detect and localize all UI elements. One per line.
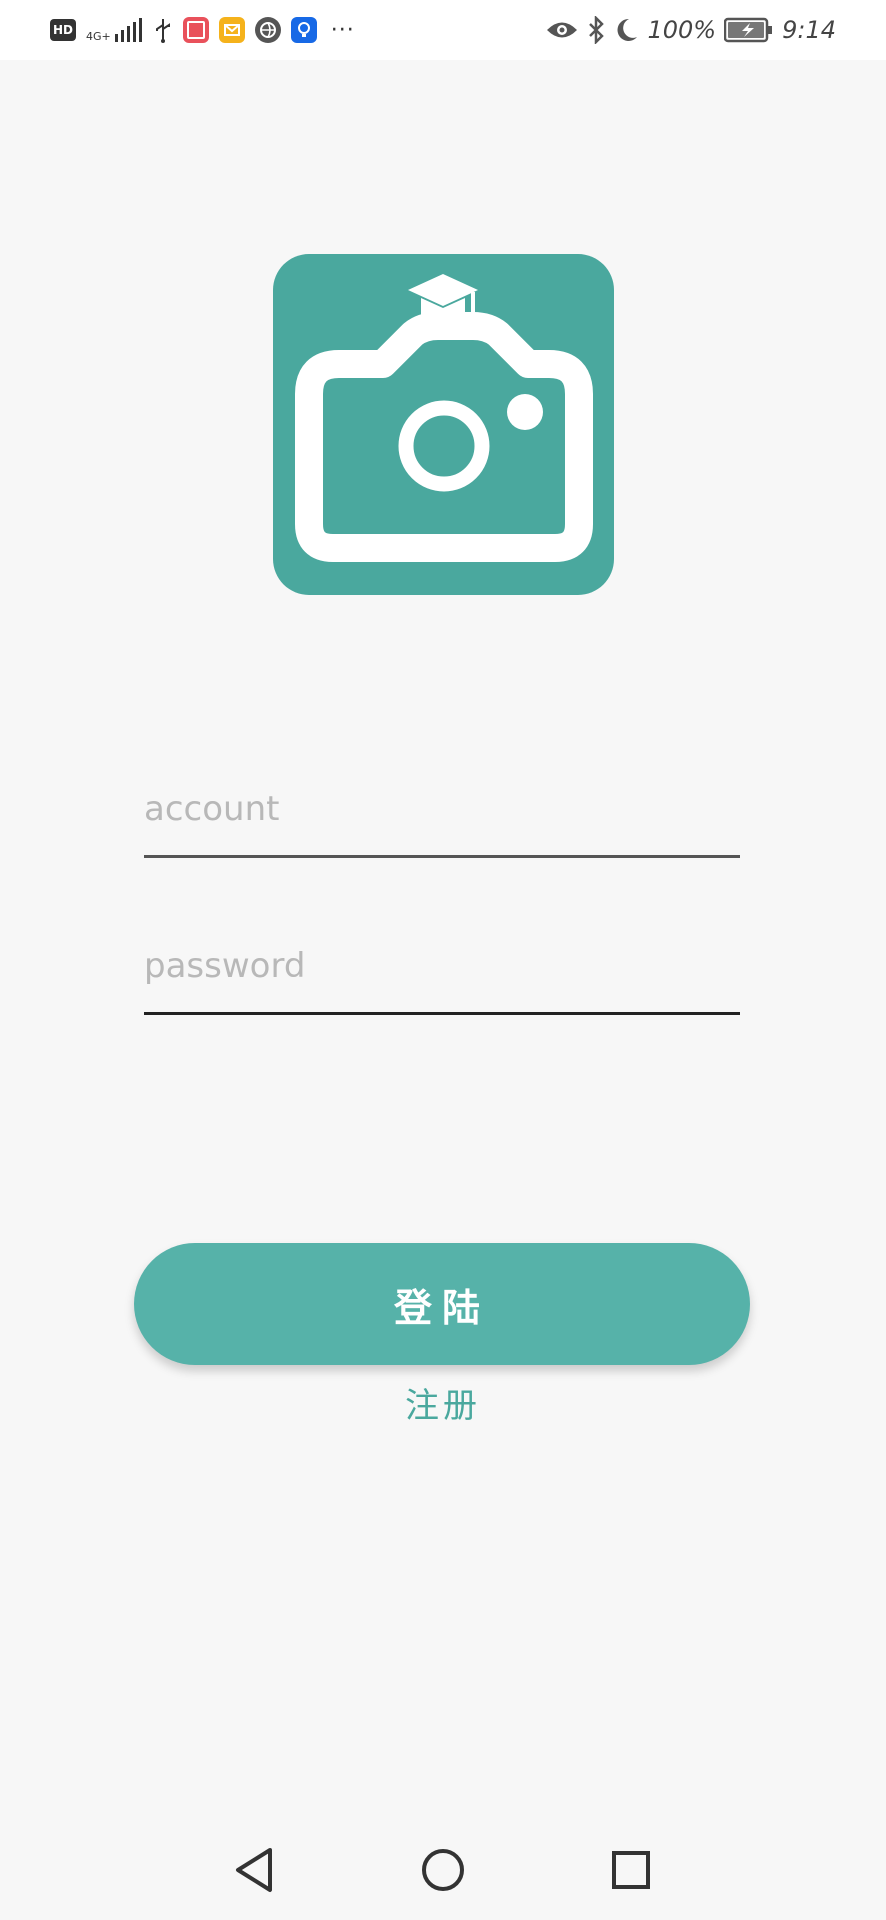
signal-icon: 4G+ — [86, 18, 143, 42]
password-input[interactable] — [144, 935, 740, 997]
login-button[interactable]: 登陆 — [134, 1243, 750, 1365]
account-input[interactable] — [144, 778, 740, 840]
account-underline — [144, 855, 740, 858]
status-right-group: 100% 9:14 — [545, 12, 836, 48]
moon-icon — [617, 18, 638, 41]
bluetooth-icon — [589, 16, 605, 44]
status-bar: HD 4G+ ··· 100% 9:14 — [0, 0, 886, 60]
battery-icon — [724, 17, 773, 43]
browser-app-icon — [254, 17, 281, 43]
login-screen: HD 4G+ ··· 100% 9:14 account 登陆 注册 — [0, 0, 886, 1920]
clock: 9:14 — [782, 16, 836, 44]
register-link[interactable]: 注册 — [0, 1378, 886, 1427]
recent-square-icon — [612, 1851, 650, 1889]
usb-icon — [155, 19, 170, 43]
book-app-icon — [182, 17, 209, 43]
password-underline — [144, 1012, 740, 1015]
network-type-label: 4G+ — [86, 30, 111, 43]
camera-graduation-cap-icon — [295, 274, 593, 562]
hd-icon: HD — [50, 19, 76, 41]
mail-app-icon — [218, 17, 245, 43]
password-field[interactable] — [144, 935, 740, 1015]
more-notifications-indicator: ··· — [330, 17, 355, 43]
bulb-app-icon — [290, 17, 317, 43]
back-triangle-icon — [236, 1848, 272, 1892]
system-nav-bar — [0, 1820, 886, 1920]
eye-icon — [547, 22, 578, 38]
recent-apps-button[interactable] — [603, 1842, 659, 1898]
status-left-group: HD 4G+ ··· — [50, 16, 355, 44]
back-button[interactable] — [226, 1842, 282, 1898]
account-field[interactable] — [144, 778, 740, 858]
app-logo — [273, 254, 614, 595]
home-circle-icon — [422, 1849, 464, 1891]
battery-percent: 100% — [647, 16, 717, 44]
home-button[interactable] — [415, 1842, 471, 1898]
